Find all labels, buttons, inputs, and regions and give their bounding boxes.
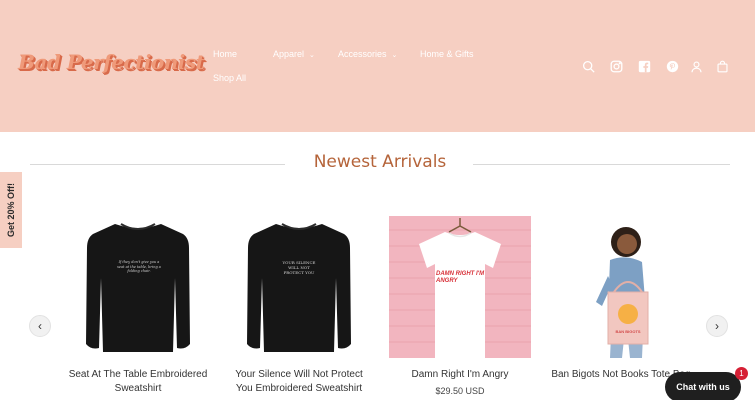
nav-shop-all-label: Shop All [213, 73, 247, 83]
chat-label: Chat with us [676, 382, 730, 392]
nav-home-label: Home [213, 49, 238, 59]
chevron-down-icon: ⌄ [309, 52, 315, 59]
product-print-text: DAMN RIGHT I'M ANGRY [436, 271, 485, 284]
chat-notification-badge: 1 [735, 367, 748, 380]
product-name[interactable]: Damn Right I'm Angry [389, 368, 531, 382]
nav-accessories[interactable]: Accessories ⌄ [338, 49, 397, 59]
carousel-prev-button[interactable]: ‹ [29, 315, 51, 337]
product-image[interactable]: YOUR SILENCE WILL NOT PROTECT YOU [228, 216, 370, 358]
nav-shop-all[interactable]: Shop All [213, 73, 246, 83]
product-card[interactable]: YOUR SILENCE WILL NOT PROTECT YOU Your S… [228, 216, 370, 396]
nav-home-gifts-label: Home & Gifts [420, 49, 474, 59]
nav-apparel-label: Apparel [273, 49, 305, 59]
product-print-text: YOUR SILENCE WILL NOT PROTECT YOU [282, 260, 316, 275]
product-name[interactable]: Seat At The Table Embroidered Sweatshirt [67, 368, 209, 396]
product-price: $29.50 USD [435, 386, 485, 396]
product-card[interactable]: DAMN RIGHT I'M ANGRY Damn Right I'm Angr… [389, 216, 531, 396]
product-print-text: BAN BIGOTS [615, 329, 641, 334]
nav-home-gifts[interactable]: Home & Gifts [420, 49, 474, 59]
nav-apparel[interactable]: Apparel ⌄ [273, 49, 315, 59]
chevron-right-icon: › [715, 319, 719, 333]
chevron-left-icon: ‹ [38, 319, 42, 333]
nav-accessories-label: Accessories [338, 49, 387, 59]
promo-side-tab[interactable]: Get 20% Off! [0, 172, 22, 248]
chat-button[interactable]: Chat with us [665, 372, 741, 400]
product-image[interactable]: BAN BIGOTS [550, 216, 692, 358]
chevron-down-icon: ⌄ [391, 52, 398, 59]
instagram-icon[interactable] [608, 58, 624, 74]
carousel-next-button[interactable]: › [706, 315, 728, 337]
logo[interactable]: Bad Perfectionist [18, 50, 205, 74]
search-icon[interactable] [580, 58, 596, 74]
product-print-text: If they don't give you a seat at the tab… [117, 260, 161, 273]
product-name[interactable]: Your Silence Will Not Protect You Embroi… [228, 368, 370, 396]
section-heading: Newest Arrivals [30, 152, 730, 176]
product-image[interactable]: DAMN RIGHT I'M ANGRY [389, 216, 531, 358]
product-card[interactable]: BAN BIGOTS Ban Bigots Not Books Tote Bag [550, 216, 692, 382]
account-icon[interactable] [688, 58, 704, 74]
pinterest-icon[interactable] [664, 58, 680, 74]
cart-icon[interactable] [714, 58, 730, 74]
promo-tab-label: Get 20% Off! [6, 182, 16, 238]
product-image[interactable]: If they don't give you a seat at the tab… [67, 216, 209, 358]
facebook-icon[interactable] [636, 58, 652, 74]
section-title: Newest Arrivals [313, 152, 447, 172]
site-header: Bad Perfectionist Home Apparel ⌄ Accessor… [0, 0, 755, 132]
product-card[interactable]: If they don't give you a seat at the tab… [67, 216, 209, 396]
nav-home[interactable]: Home [213, 49, 237, 59]
